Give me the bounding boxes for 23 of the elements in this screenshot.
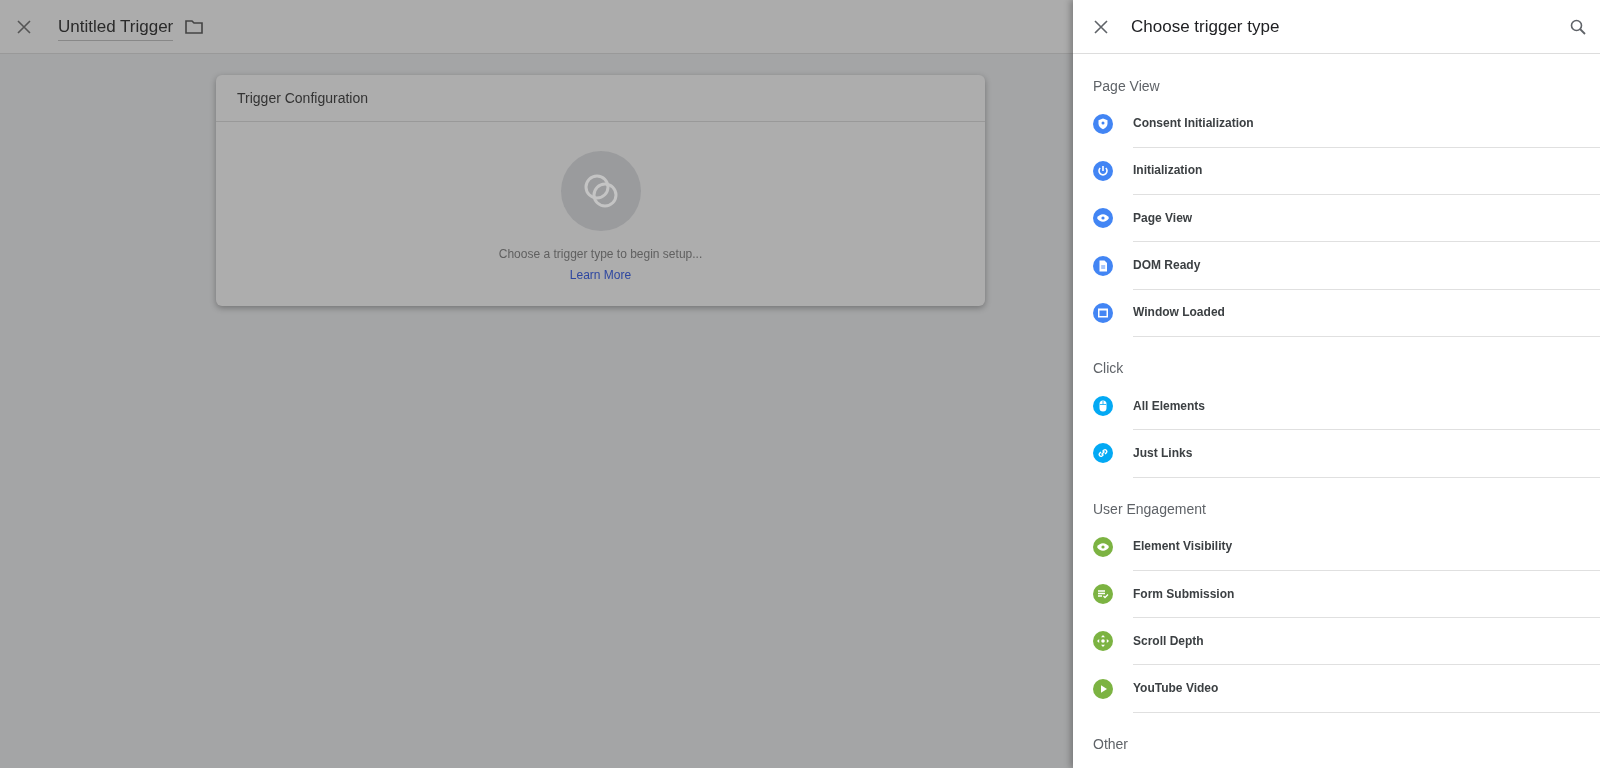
trigger-name-field[interactable]: Untitled Trigger — [58, 16, 174, 41]
section-heading: Page View — [1093, 77, 1160, 96]
trigger-type-item[interactable]: Form Submission — [1093, 570, 1600, 618]
trigger-type-item[interactable]: Consent Initialization — [1093, 100, 1600, 148]
trigger-type-item[interactable]: YouTube Video — [1093, 664, 1600, 713]
trigger-type-item[interactable]: Element Visibility — [1093, 523, 1600, 571]
trigger-type-item[interactable]: Just Links — [1093, 429, 1600, 478]
trigger-type-item[interactable]: DOM Ready — [1093, 241, 1600, 290]
trigger-type-item[interactable]: Page View — [1093, 194, 1600, 242]
trigger-placeholder-icon — [560, 151, 641, 231]
section-heading: Click — [1093, 359, 1124, 379]
setup-prompt: Choose a trigger type to begin setup... — [498, 247, 703, 261]
section-heading: Other — [1093, 735, 1128, 755]
trigger-type-item[interactable]: Window Loaded — [1093, 289, 1600, 337]
panel-title: Choose trigger type — [1131, 16, 1280, 37]
trigger-type-item[interactable]: All Elements — [1093, 382, 1600, 430]
folder-icon[interactable] — [185, 19, 204, 34]
learn-more-link[interactable]: Learn More — [569, 268, 632, 282]
trigger-type-item[interactable]: Initialization — [1093, 147, 1600, 195]
card-title: Trigger Configuration — [237, 90, 368, 106]
section-heading: User Engagement — [1093, 500, 1206, 520]
trigger-configuration-card[interactable]: Trigger Configuration Choose a trigger type to begin setup... Learn More — [216, 75, 985, 306]
trigger-type-item[interactable]: Scroll Depth — [1093, 617, 1600, 665]
